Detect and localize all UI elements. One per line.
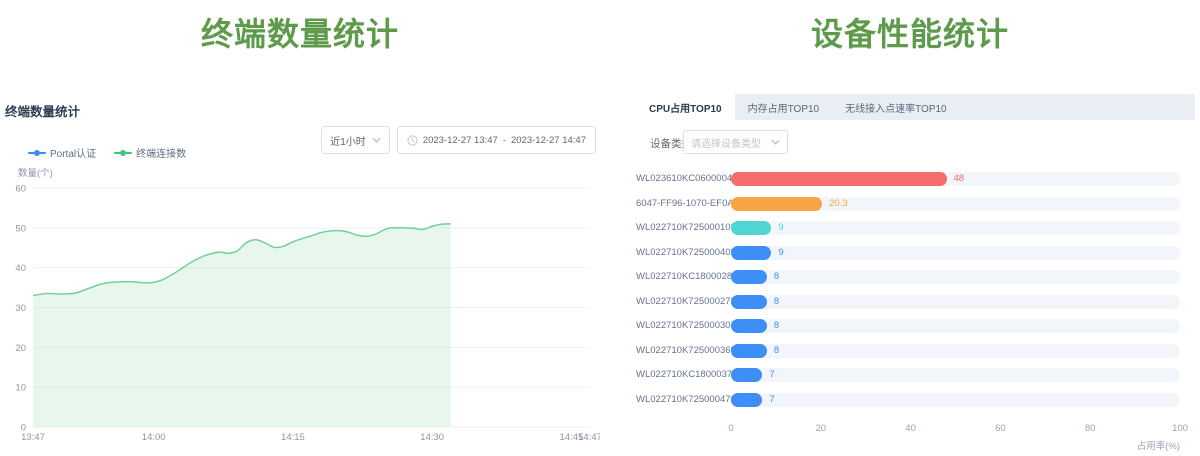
date-range-picker[interactable]: 2023-12-27 13:47 - 2023-12-27 14:47 (397, 126, 596, 154)
bar-category-label: WL022710K725000409 (636, 246, 712, 260)
bar-value-label: 8 (774, 270, 779, 284)
bar (731, 393, 762, 407)
legend-item-label: 终端连接数 (136, 145, 186, 160)
bar-track (731, 246, 1180, 260)
right-section-title: 设备性能统计 (620, 12, 1200, 56)
bar-value-label: 7 (769, 368, 774, 382)
y-tick-label: 60 (15, 184, 26, 195)
bar-value-label: 20.3 (829, 197, 848, 211)
x-axis-title: 占用率(%) (731, 438, 1180, 452)
bar-value-label: 8 (774, 319, 779, 333)
bar-category-label: 6047-FF96-1070-EF0A (636, 197, 712, 211)
left-section-title: 终端数量统计 (0, 12, 600, 56)
x-tick-label: 13:47 (21, 432, 45, 443)
bar-track (731, 319, 1180, 333)
dashboard: 终端数量统计 设备性能统计 终端数量统计 近1小时 2023-12-27 13:… (0, 0, 1200, 456)
bar-category-label: WL022710KC18000372 (636, 368, 712, 382)
bar (731, 172, 947, 186)
date-range-end: 2023-12-27 14:47 (511, 135, 586, 146)
chart-controls: 近1小时 2023-12-27 13:47 - 2023-12-27 14:47 (321, 126, 596, 154)
bar-value-label: 8 (774, 344, 779, 358)
y-tick-label: 40 (15, 263, 26, 274)
time-range-value: 近1小时 (330, 133, 366, 148)
bar-category-label: WL023610KC06000043 (636, 172, 712, 186)
date-range-separator: - (503, 135, 506, 146)
device-type-placeholder: 请选择设备类型 (691, 135, 761, 150)
legend-marker-icon (114, 149, 132, 157)
bar-track (731, 344, 1180, 358)
bar-category-label: WL022710K725000102 (636, 221, 712, 235)
legend-item-label: Portal认证 (50, 145, 96, 160)
tab-wireless-ap-rate-top10[interactable]: 无线接入点速率TOP10 (832, 94, 960, 120)
x-tick-label: 14:15 (281, 432, 305, 443)
bar (731, 197, 822, 211)
x-tick-label: 80 (1070, 423, 1110, 434)
bar (731, 319, 767, 333)
y-axis-title: 数量(个) (18, 165, 53, 179)
tab-cpu-top10[interactable]: CPU占用TOP10 (636, 94, 735, 120)
performance-tabbar: CPU占用TOP10 内存占用TOP10 无线接入点速率TOP10 (636, 94, 1195, 120)
bar-track (731, 270, 1180, 284)
bar (731, 246, 771, 260)
bar-track (731, 221, 1180, 235)
bar (731, 344, 767, 358)
x-tick-label: 40 (891, 423, 931, 434)
bar-value-label: 7 (769, 393, 774, 407)
x-tick-label: 60 (980, 423, 1020, 434)
tab-memory-top10[interactable]: 内存占用TOP10 (735, 94, 833, 120)
bar (731, 270, 767, 284)
x-tick-label: 14:30 (420, 432, 444, 443)
legend-item-terminal-connections[interactable]: 终端连接数 (114, 145, 186, 160)
chevron-down-icon (771, 139, 780, 145)
bar-track (731, 393, 1180, 407)
left-panel-title: 终端数量统计 (5, 101, 80, 120)
bar-track (731, 368, 1180, 382)
bar-category-label: WL022710KC18000280 (636, 270, 712, 284)
y-tick-label: 10 (15, 383, 26, 394)
legend-item-portal[interactable]: Portal认证 (28, 145, 96, 160)
bar-category-label: WL022710K725000369 (636, 344, 712, 358)
x-tick-label: 100 (1160, 423, 1200, 434)
clock-icon (407, 135, 418, 146)
x-tick-label: 20 (801, 423, 841, 434)
bar-category-label: WL022710K725000272 (636, 295, 712, 309)
x-tick-label: 14:47 (578, 432, 600, 443)
chart-legend: Portal认证 终端连接数 (28, 145, 186, 160)
y-tick-label: 30 (15, 303, 26, 314)
y-tick-label: 50 (15, 223, 26, 234)
bar-value-label: 9 (778, 246, 783, 260)
time-range-select[interactable]: 近1小时 (321, 126, 390, 154)
bar-category-label: WL022710K725000307 (636, 319, 712, 333)
series-area (33, 224, 451, 427)
bar (731, 368, 762, 382)
bar (731, 221, 771, 235)
bar (731, 295, 767, 309)
bar-track (731, 295, 1180, 309)
bar-value-label: 8 (774, 295, 779, 309)
device-type-select[interactable]: 请选择设备类型 (683, 130, 788, 154)
terminal-count-area-chart: 010203040506013:4714:0014:1514:3014:4514… (0, 178, 600, 450)
chevron-down-icon (372, 137, 381, 143)
legend-marker-icon (28, 149, 46, 157)
bar-category-label: WL022710K725000470 (636, 393, 712, 407)
x-tick-label: 0 (711, 423, 751, 434)
bar-value-label: 48 (954, 172, 965, 186)
date-range-start: 2023-12-27 13:47 (423, 135, 498, 146)
bar-value-label: 9 (778, 221, 783, 235)
x-tick-label: 14:00 (142, 432, 166, 443)
y-tick-label: 20 (15, 343, 26, 354)
cpu-top10-bar-chart: WL023610KC06000043 48 6047-FF96-1070-EF0A 2… (636, 170, 1195, 456)
